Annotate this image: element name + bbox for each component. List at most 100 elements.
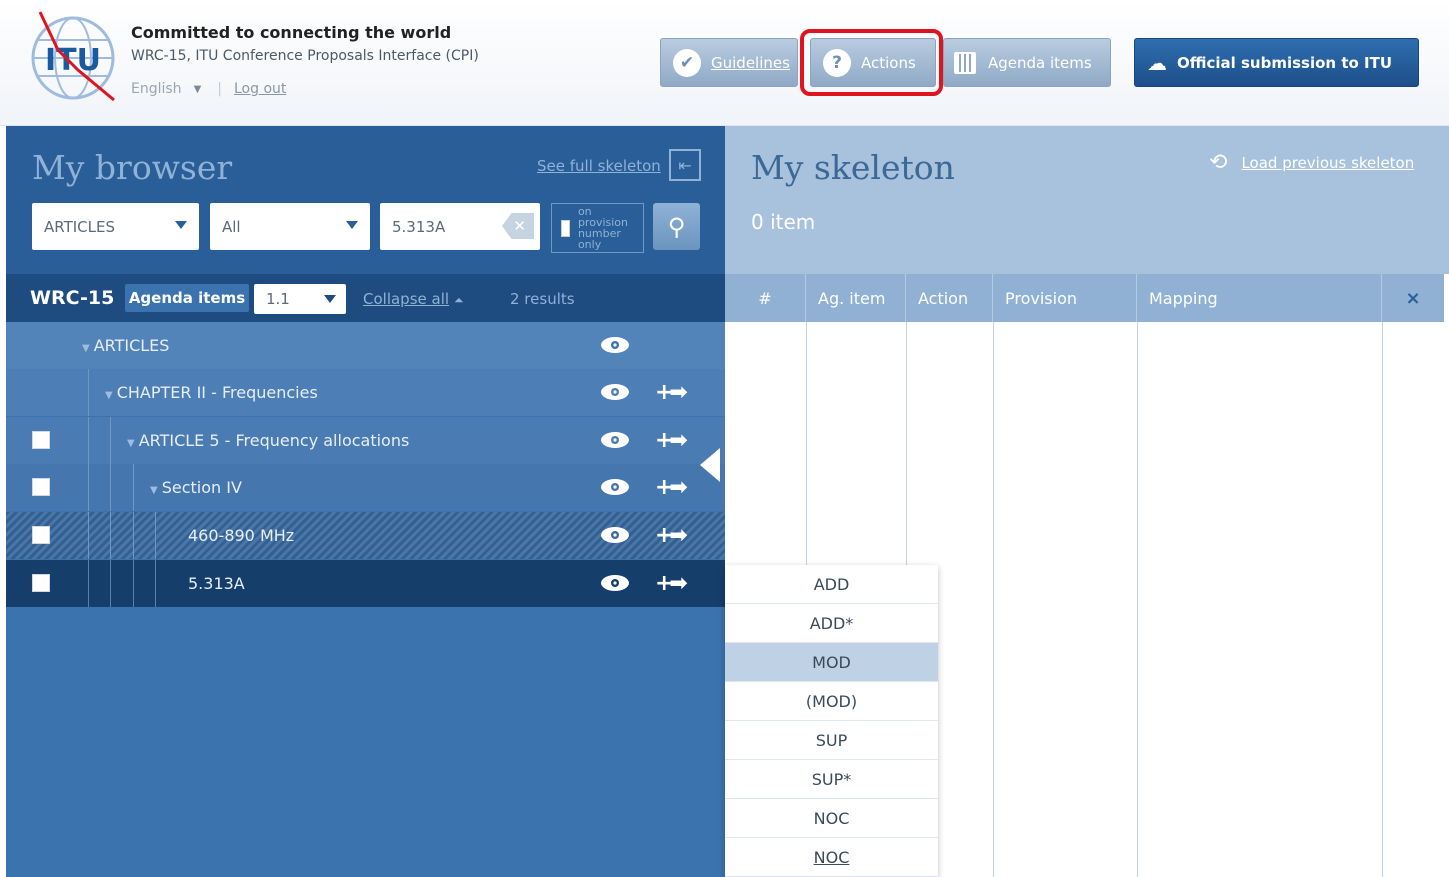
- collapse-panel-icon[interactable]: ⇤: [669, 149, 701, 181]
- logout-link[interactable]: Log out: [234, 81, 286, 97]
- tree-guide: [110, 464, 111, 511]
- menu-item-mod[interactable]: MOD: [725, 643, 938, 682]
- divider: |: [217, 81, 222, 97]
- tree-label-text: CHAPTER II - Frequencies: [116, 383, 318, 402]
- add-to-skeleton-icon[interactable]: +➡: [655, 380, 688, 405]
- official-submission-label: Official submission to ITU: [1177, 53, 1393, 72]
- load-previous-label: Load previous skeleton: [1241, 153, 1415, 172]
- tree-row-label: 460-890 MHz: [188, 526, 295, 545]
- menu-item-add-star[interactable]: ADD*: [725, 604, 938, 643]
- menu-item-mod-paren[interactable]: (MOD): [725, 682, 938, 721]
- provision-only-label: on provision number only: [577, 205, 629, 251]
- chevron-down-icon: [324, 295, 336, 303]
- reload-icon: ⟲: [1209, 150, 1228, 175]
- filter-scope-value: All: [222, 217, 241, 236]
- triangle-down-icon[interactable]: ▼: [82, 343, 90, 354]
- provision-only-toggle[interactable]: on provision number only: [551, 203, 644, 253]
- tree-guide: [110, 512, 111, 559]
- row-checkbox[interactable]: [32, 431, 50, 449]
- tree-row-section[interactable]: ▼ Section IV +➡: [6, 464, 725, 511]
- eye-icon[interactable]: [600, 336, 630, 354]
- agenda-item-select[interactable]: 1.1: [254, 284, 346, 314]
- browser-title: My browser: [32, 148, 233, 187]
- chevron-up-icon: ⏶: [454, 293, 464, 307]
- language-selector[interactable]: English: [131, 81, 182, 97]
- tree-guide: [88, 512, 89, 559]
- tree-row-provision[interactable]: 5.313A +➡: [6, 560, 725, 607]
- row-checkbox[interactable]: [32, 478, 50, 496]
- tree-row-label: 5.313A: [188, 574, 245, 593]
- menu-item-add[interactable]: ADD: [725, 565, 938, 604]
- tree-label-text: ARTICLE 5 - Frequency allocations: [138, 431, 410, 450]
- eye-icon[interactable]: [600, 383, 630, 401]
- column-header-provision[interactable]: Provision: [993, 274, 1137, 322]
- guidelines-button[interactable]: ✔ Guidelines: [660, 38, 798, 87]
- tree-row-label: ▼ CHAPTER II - Frequencies: [105, 383, 318, 402]
- tree-guide: [110, 417, 111, 464]
- tree-row-article[interactable]: ▼ ARTICLE 5 - Frequency allocations +➡: [6, 417, 725, 464]
- column-header-number[interactable]: #: [725, 274, 806, 322]
- skeleton-table-header: # Ag. item Action Provision Mapping ×: [725, 274, 1444, 322]
- clear-icon[interactable]: ✕: [502, 213, 534, 239]
- menu-item-noc-underlined[interactable]: NOC: [725, 838, 938, 877]
- row-checkbox[interactable]: [32, 574, 50, 592]
- menu-item-sup-star[interactable]: SUP*: [725, 760, 938, 799]
- eye-icon[interactable]: [600, 478, 630, 496]
- official-submission-button[interactable]: ☁ Official submission to ITU: [1134, 38, 1419, 87]
- action-dropdown-menu: ADD ADD* MOD (MOD) SUP SUP* NOC NOC: [725, 565, 938, 877]
- row-checkbox[interactable]: [32, 526, 50, 544]
- check-icon: ✔: [673, 48, 701, 77]
- add-to-skeleton-icon[interactable]: +➡: [655, 475, 688, 500]
- see-full-skeleton-link[interactable]: See full skeleton: [537, 157, 661, 175]
- close-icon[interactable]: ×: [1382, 274, 1444, 322]
- triangle-down-icon[interactable]: ▼: [127, 438, 135, 449]
- eye-icon[interactable]: [600, 526, 630, 544]
- load-previous-skeleton-link[interactable]: ⟲ Load previous skeleton: [1209, 150, 1414, 175]
- collapse-all-link[interactable]: Collapse all ⏶: [363, 290, 464, 308]
- tree-row-articles[interactable]: ▼ ARTICLES: [6, 322, 725, 369]
- skeleton-count: 0 item: [751, 210, 816, 234]
- language-row: English ▼ | Log out: [131, 81, 286, 97]
- tree-row-chapter[interactable]: ▼ CHAPTER II - Frequencies +➡: [6, 369, 725, 416]
- triangle-down-icon[interactable]: ▼: [105, 390, 113, 401]
- tree-guide: [88, 560, 89, 607]
- tree-guide: [88, 417, 89, 464]
- column-header-ag-item[interactable]: Ag. item: [806, 274, 906, 322]
- tree-row-label: ▼ Section IV: [150, 478, 242, 497]
- filter-type-select[interactable]: ARTICLES: [32, 203, 199, 250]
- calendar-icon: [954, 51, 976, 74]
- provision-only-checkbox[interactable]: [561, 219, 570, 237]
- skeleton-title: My skeleton: [751, 148, 955, 187]
- column-header-action[interactable]: Action: [906, 274, 993, 322]
- add-to-skeleton-icon[interactable]: +➡: [655, 428, 688, 453]
- tree-guide: [133, 512, 134, 559]
- menu-item-sup[interactable]: SUP: [725, 721, 938, 760]
- filter-type-value: ARTICLES: [44, 217, 116, 236]
- tree-guide: [155, 512, 156, 559]
- tree-label-text: ARTICLES: [93, 336, 170, 355]
- tree-row-label: ▼ ARTICLES: [82, 336, 169, 355]
- tree-row-band[interactable]: 460-890 MHz +➡: [6, 512, 725, 559]
- browser-panel: My browser See full skeleton ⇤ ARTICLES …: [6, 126, 725, 877]
- filter-scope-select[interactable]: All: [210, 203, 370, 250]
- guidelines-label: Guidelines: [711, 53, 790, 72]
- add-to-skeleton-icon[interactable]: +➡: [655, 571, 688, 596]
- tree-guide: [110, 560, 111, 607]
- tree-guide: [88, 464, 89, 511]
- tree-guide: [155, 560, 156, 607]
- search-value: 5.313A: [392, 217, 446, 236]
- eye-icon[interactable]: [600, 431, 630, 449]
- add-to-skeleton-icon[interactable]: +➡: [655, 523, 688, 548]
- tree-row-label: ▼ ARTICLE 5 - Frequency allocations: [127, 431, 409, 450]
- search-button[interactable]: ⚲: [653, 203, 700, 250]
- column-header-mapping[interactable]: Mapping: [1137, 274, 1382, 322]
- tree-guide: [133, 560, 134, 607]
- triangle-down-icon[interactable]: ▼: [150, 485, 158, 496]
- agenda-item-value: 1.1: [266, 290, 290, 308]
- menu-item-noc[interactable]: NOC: [725, 799, 938, 838]
- agenda-items-button[interactable]: Agenda items: [943, 38, 1111, 87]
- eye-icon[interactable]: [600, 574, 630, 592]
- column-divider: [993, 322, 994, 877]
- search-input[interactable]: 5.313A ✕: [380, 203, 540, 250]
- chevron-down-icon[interactable]: ▼: [194, 84, 202, 95]
